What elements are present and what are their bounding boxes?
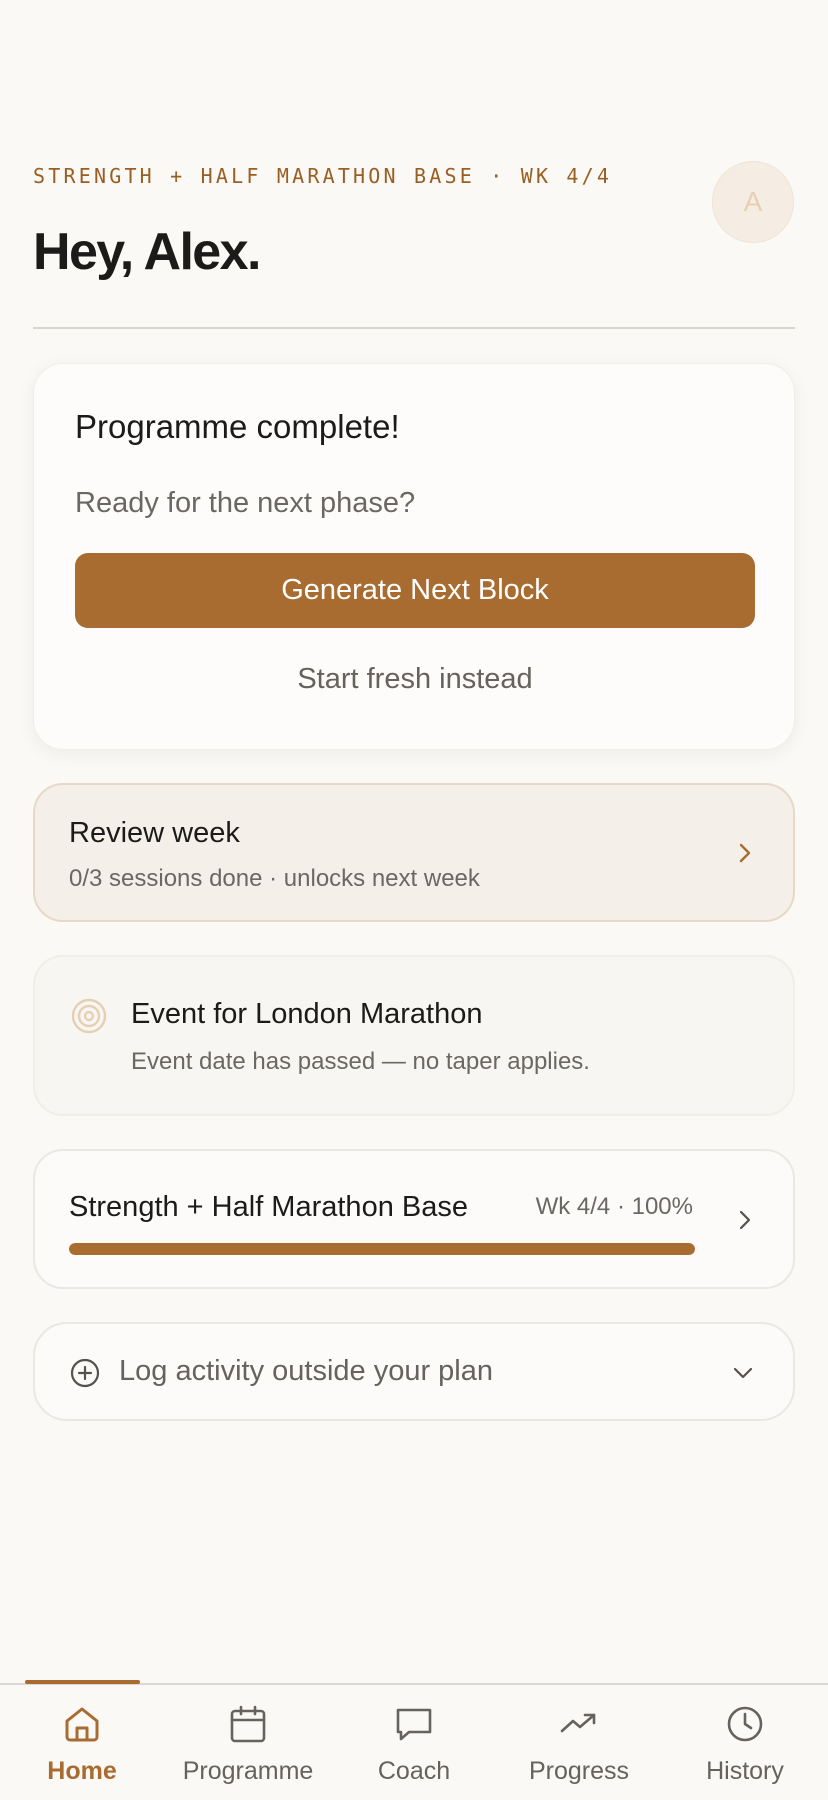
clock-icon xyxy=(727,1706,763,1742)
programme-progress-card[interactable]: Strength + Half Marathon Base Wk 4/4 · 1… xyxy=(33,1149,795,1289)
nav-item-history[interactable]: History xyxy=(662,1703,828,1793)
trend-icon xyxy=(560,1713,596,1733)
nav-label-programme: Programme xyxy=(182,1757,314,1785)
event-card: Event for London Marathon Event date has… xyxy=(33,955,795,1116)
review-week-title: Review week xyxy=(69,817,240,849)
nav-label-home: Home xyxy=(47,1757,117,1785)
nav-item-coach[interactable]: Coach xyxy=(331,1703,497,1793)
programme-name: Strength + Half Marathon Base xyxy=(69,1191,468,1223)
chevron-down-icon xyxy=(733,1367,753,1379)
bottom-nav: Home Programme Coach Progress History xyxy=(0,1680,828,1800)
page-title: Hey, Alex. xyxy=(33,223,261,281)
log-activity-toggle[interactable]: Log activity outside your plan xyxy=(33,1322,795,1421)
avatar-initial: A xyxy=(743,186,763,217)
log-activity-label: Log activity outside your plan xyxy=(119,1355,493,1387)
header-divider xyxy=(33,327,795,329)
generate-next-block-button[interactable]: Generate Next Block xyxy=(75,553,755,628)
review-week-subtitle: 0/3 sessions done · unlocks next week xyxy=(69,865,480,892)
complete-title: Programme complete! xyxy=(75,408,400,445)
nav-label-progress: Progress xyxy=(528,1757,630,1785)
review-week-card[interactable]: Review week 0/3 sessions done · unlocks … xyxy=(33,783,795,922)
programme-week-progress: Wk 4/4 · 100% xyxy=(535,1193,693,1220)
home-icon xyxy=(65,1707,99,1742)
chevron-right-icon xyxy=(739,843,751,863)
avatar[interactable]: A xyxy=(712,161,794,243)
plus-circle-icon xyxy=(70,1358,100,1388)
progress-bar xyxy=(69,1243,695,1255)
programme-eyebrow: STRENGTH + HALF MARATHON BASE · WK 4/4 xyxy=(33,164,613,188)
start-fresh-link[interactable]: Start fresh instead xyxy=(75,663,755,696)
programme-complete-card: Programme complete! Ready for the next p… xyxy=(33,363,795,750)
nav-item-programme[interactable]: Programme xyxy=(165,1703,331,1793)
event-title: Event for London Marathon xyxy=(131,998,483,1030)
event-subtitle: Event date has passed — no taper applies… xyxy=(131,1048,590,1075)
target-icon xyxy=(71,998,107,1034)
active-tab-indicator xyxy=(25,1680,140,1684)
nav-item-progress[interactable]: Progress xyxy=(496,1703,662,1793)
progress-bar-fill xyxy=(69,1243,695,1255)
nav-label-history: History xyxy=(706,1757,784,1785)
chat-icon xyxy=(396,1708,432,1741)
chevron-right-icon xyxy=(739,1210,751,1230)
nav-item-home[interactable]: Home xyxy=(0,1703,165,1793)
complete-subtitle: Ready for the next phase? xyxy=(75,487,416,519)
home-screen: STRENGTH + HALF MARATHON BASE · WK 4/4 A… xyxy=(0,0,828,1800)
nav-label-coach: Coach xyxy=(377,1757,451,1785)
calendar-icon xyxy=(230,1705,266,1743)
